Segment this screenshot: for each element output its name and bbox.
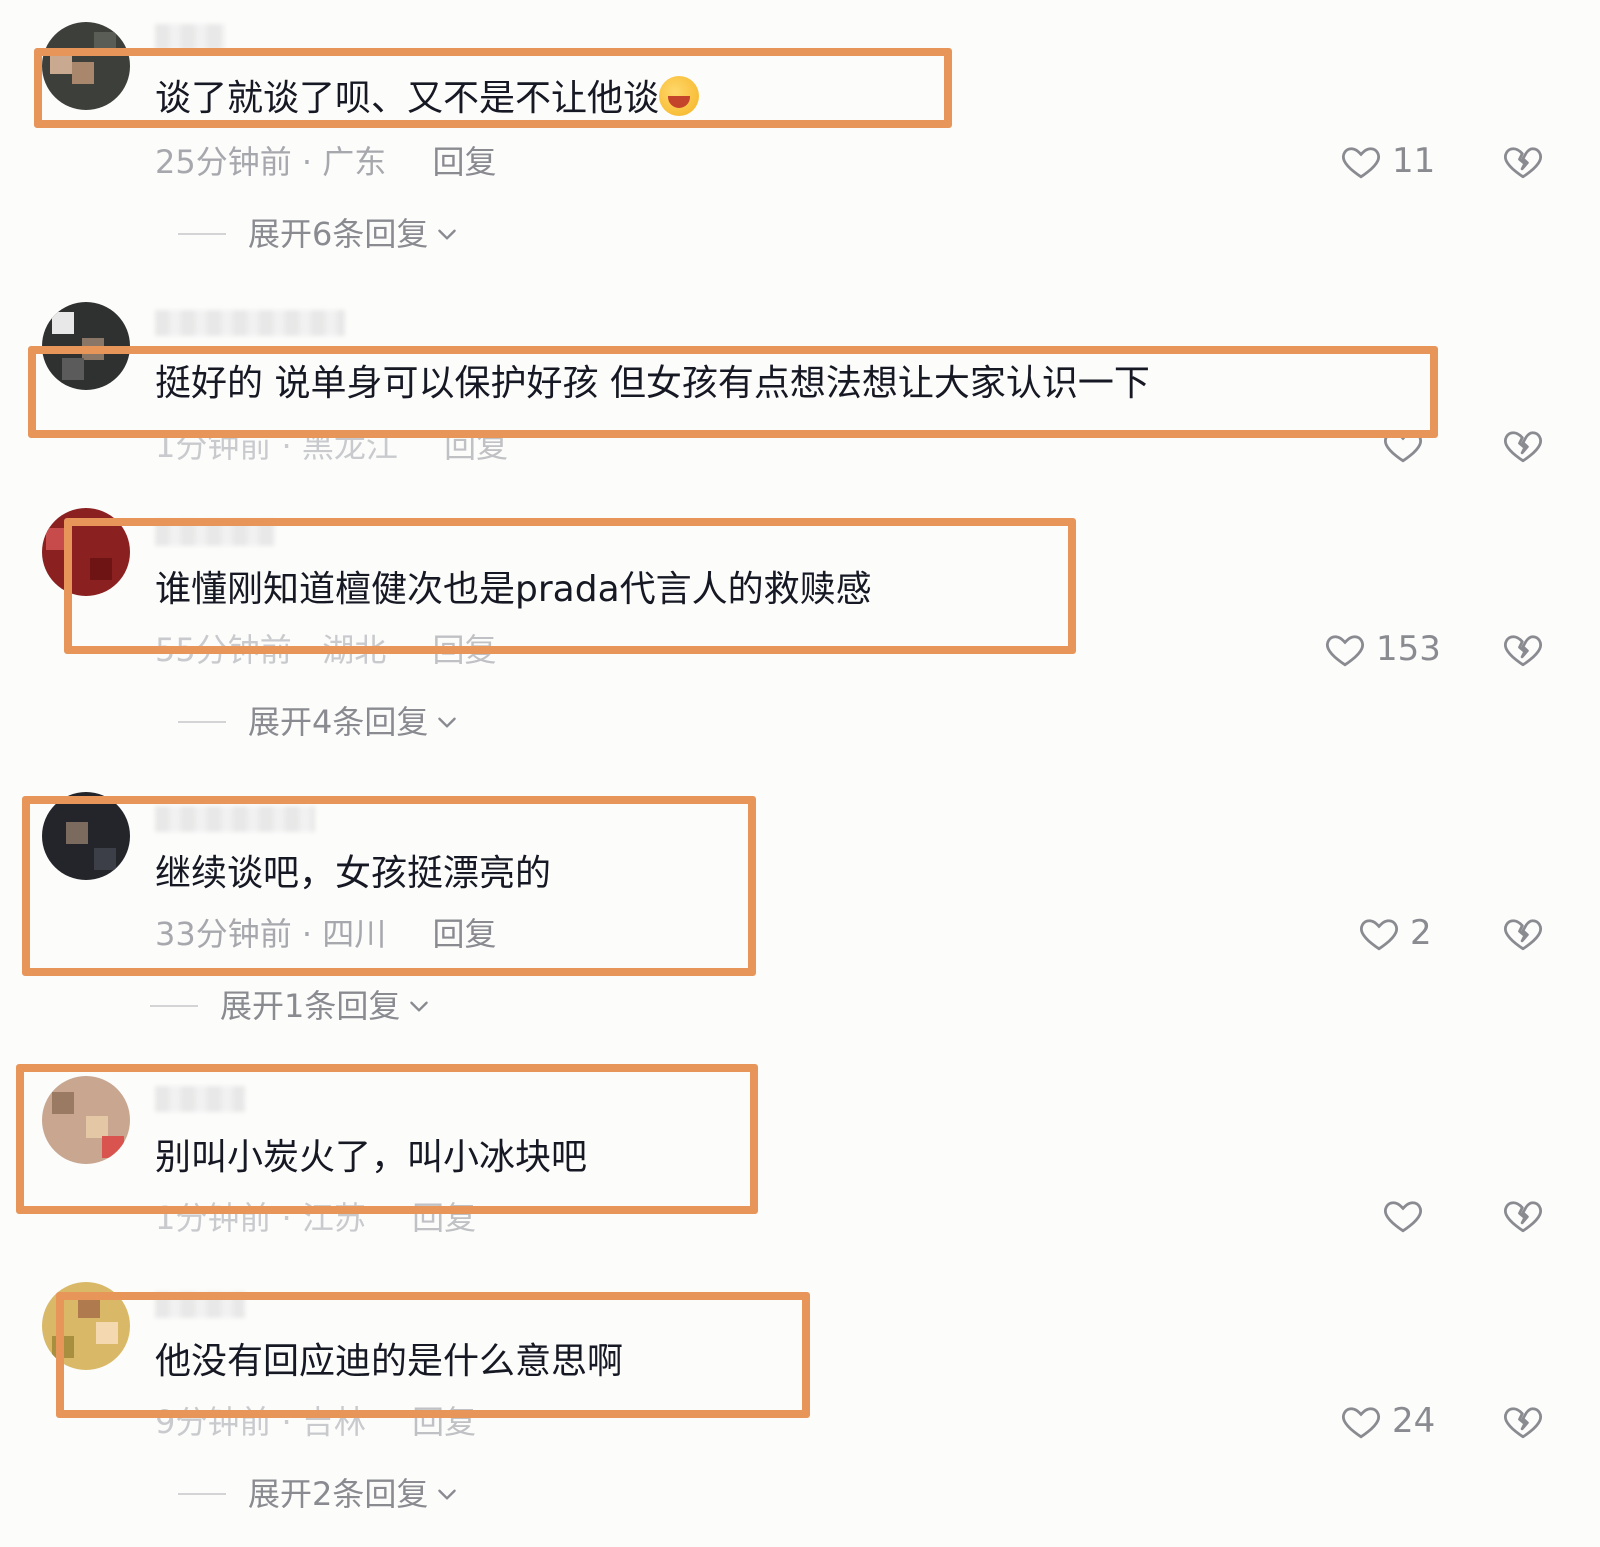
like-count: 2 <box>1410 913 1432 953</box>
divider <box>178 721 226 723</box>
broken-heart-icon[interactable] <box>1502 912 1544 954</box>
like-button[interactable]: 11 <box>1340 140 1435 182</box>
broken-heart-icon[interactable] <box>1502 424 1544 466</box>
timestamp: 25分钟前 <box>155 143 292 181</box>
highlight-box <box>56 1292 810 1418</box>
heart-icon <box>1324 628 1366 670</box>
highlight-box <box>16 1064 758 1214</box>
username[interactable] <box>155 24 225 50</box>
heart-icon <box>1382 1194 1424 1236</box>
divider <box>150 1005 198 1007</box>
expand-replies-label: 展开2条回复 <box>248 1475 429 1513</box>
broken-heart-icon[interactable] <box>1502 140 1544 182</box>
username[interactable] <box>155 310 345 336</box>
expand-replies-button[interactable]: 展开4条回复 <box>178 702 460 742</box>
broken-heart-icon[interactable] <box>1502 1194 1544 1236</box>
reply-button[interactable]: 回复 <box>432 143 496 181</box>
comment-meta: 25分钟前 · 广东 回复 <box>155 142 496 182</box>
highlight-box <box>28 346 1438 438</box>
like-button[interactable]: 2 <box>1358 912 1432 954</box>
highlight-box <box>64 518 1076 654</box>
chevron-down-icon <box>406 993 432 1019</box>
expand-replies-button[interactable]: 展开1条回复 <box>150 986 432 1026</box>
highlight-box <box>22 796 756 976</box>
like-button[interactable] <box>1382 1194 1434 1236</box>
region: 广东 <box>322 143 387 181</box>
broken-heart-icon[interactable] <box>1502 628 1544 670</box>
chevron-down-icon <box>434 709 460 735</box>
expand-replies-button[interactable]: 展开6条回复 <box>178 214 460 254</box>
like-count: 24 <box>1392 1401 1436 1441</box>
highlight-box <box>34 48 952 128</box>
chevron-down-icon <box>434 1481 460 1507</box>
broken-heart-icon[interactable] <box>1502 1400 1544 1442</box>
separator: · <box>301 143 313 181</box>
heart-icon <box>1340 1400 1382 1442</box>
expand-replies-label: 展开1条回复 <box>220 987 401 1025</box>
heart-icon <box>1340 140 1382 182</box>
expand-replies-label: 展开6条回复 <box>248 215 429 253</box>
expand-replies-button[interactable]: 展开2条回复 <box>178 1474 460 1514</box>
heart-icon <box>1358 912 1400 954</box>
divider <box>178 233 226 235</box>
expand-replies-label: 展开4条回复 <box>248 703 429 741</box>
divider <box>178 1493 226 1495</box>
like-button[interactable]: 24 <box>1340 1400 1435 1442</box>
like-button[interactable]: 153 <box>1324 628 1441 670</box>
like-count: 11 <box>1392 141 1436 181</box>
chevron-down-icon <box>434 221 460 247</box>
like-count: 153 <box>1376 629 1441 669</box>
